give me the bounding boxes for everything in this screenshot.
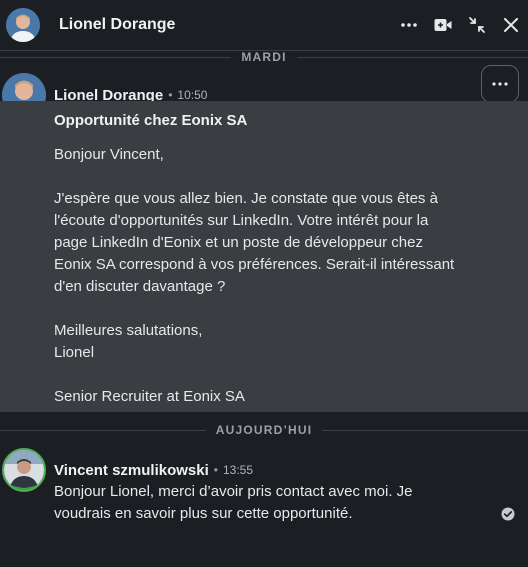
message-time: 10:50 bbox=[177, 88, 208, 102]
message-paragraph: J'espère que vous allez bien. Je constat… bbox=[54, 190, 455, 295]
separator-dot: • bbox=[213, 463, 218, 477]
video-call-icon[interactable] bbox=[426, 8, 460, 42]
close-icon[interactable] bbox=[494, 8, 528, 42]
read-receipt-icon bbox=[501, 507, 515, 521]
day-divider-label: AUJOURD’HUI bbox=[215, 423, 313, 437]
message-paragraph: Bonjour Vincent, bbox=[54, 146, 164, 163]
message-body: Bonjour Lionel, merci d’avoir pris conta… bbox=[54, 481, 413, 525]
message-body: Opportunité chez Eonix SA Bonjour Vincen… bbox=[54, 110, 454, 408]
day-divider: MARDI bbox=[0, 50, 528, 64]
separator-dot: • bbox=[168, 88, 173, 102]
sender-name[interactable]: Vincent szmulikowski bbox=[54, 462, 209, 479]
minimize-icon[interactable] bbox=[460, 8, 494, 42]
day-divider-label: MARDI bbox=[241, 50, 287, 64]
message-time: 13:55 bbox=[222, 463, 254, 477]
more-options-icon[interactable] bbox=[392, 8, 426, 42]
sender-avatar[interactable] bbox=[2, 448, 46, 492]
conversation-header: Lionel Dorange bbox=[0, 0, 528, 51]
message-signature: Senior Recruiter at Eonix SA bbox=[54, 388, 245, 405]
message-subject: Opportunité chez Eonix SA bbox=[54, 112, 248, 129]
message-paragraph: Bonjour Lionel, merci d’avoir pris conta… bbox=[54, 483, 413, 522]
contact-name[interactable]: Lionel Dorange bbox=[59, 16, 175, 34]
day-divider: AUJOURD’HUI bbox=[0, 423, 528, 437]
contact-avatar[interactable] bbox=[6, 8, 40, 42]
message-more-button[interactable] bbox=[481, 65, 519, 103]
message-paragraph: Meilleures salutations, Lionel bbox=[54, 322, 203, 361]
